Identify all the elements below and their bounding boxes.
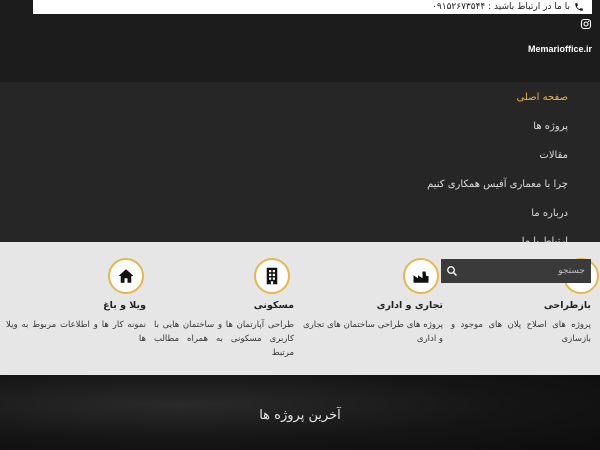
service-description: نمونه کار ها و اطلاعات مربوط به ویلا ها <box>6 320 146 344</box>
service-title: مسکونی <box>253 300 294 311</box>
menu-item-projects[interactable]: پروژه ها <box>533 121 568 132</box>
service-description: پروژه های طراحی ساختمان های تجاری و ادار… <box>303 320 443 344</box>
service-title: ویلا و باغ <box>103 300 146 311</box>
contact-text: با ما در ارتباط باشید : ۰۹۱۵۲۶۷۳۵۴۴ <box>432 2 570 12</box>
menu-item-home[interactable]: صفحه اصلی <box>517 92 568 103</box>
search-icon[interactable] <box>441 259 463 283</box>
menu-item-about[interactable]: درباره ما <box>531 208 568 219</box>
site-url[interactable]: Memarioffice.ir <box>528 44 592 54</box>
top-bar: با ما در ارتباط باشید : ۰۹۱۵۲۶۷۳۵۴۴ Mema… <box>0 0 600 82</box>
phone-icon <box>575 3 583 11</box>
main-menu: صفحه اصلی پروژه ها مقالات چرا با معماری … <box>0 82 600 247</box>
latest-projects-title: آخرین پروژه ها <box>259 408 341 423</box>
service-commercial: تجاری و اداری پروژه های طراحی ساختمان ها… <box>303 242 443 375</box>
building-icon <box>254 258 290 294</box>
instagram-icon[interactable] <box>580 18 592 30</box>
menu-item-articles[interactable]: مقالات <box>539 150 568 161</box>
search-input[interactable] <box>463 259 591 283</box>
contact-info: با ما در ارتباط باشید : ۰۹۱۵۲۶۷۳۵۴۴ <box>432 0 584 14</box>
service-title: بازطراحی <box>543 300 591 311</box>
service-title: تجاری و اداری <box>376 300 443 311</box>
contact-strip: با ما در ارتباط باشید : ۰۹۱۵۲۶۷۳۵۴۴ <box>33 0 592 14</box>
home-icon <box>108 258 144 294</box>
service-description: پروژه های اصلاح پلان های موجود و بازسازی <box>451 320 591 344</box>
search-box <box>441 259 591 283</box>
service-description: طراحی آپارتمان ها و ساختمان هایی با کارب… <box>154 320 294 358</box>
menu-item-why-us[interactable]: چرا با معماری آفیس همکاری کنیم <box>427 179 568 190</box>
service-residential: مسکونی طراحی آپارتمان ها و ساختمان هایی … <box>154 242 294 375</box>
factory-icon <box>403 258 439 294</box>
service-villa: ویلا و باغ نمونه کار ها و اطلاعات مربوط … <box>6 242 146 375</box>
